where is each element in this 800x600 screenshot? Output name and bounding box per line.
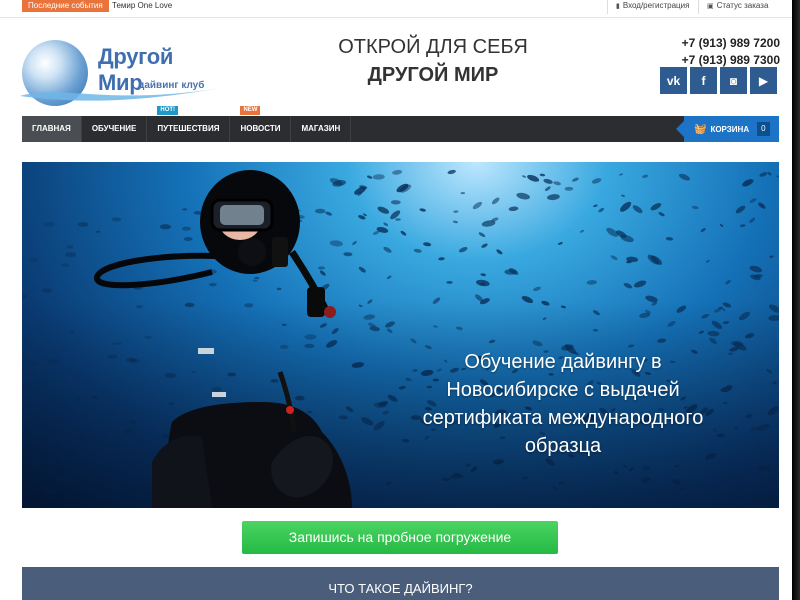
hero-line-3: сертификата международного: [422, 407, 704, 429]
login-label: Вход/регистрация: [622, 1, 690, 10]
nav-item-travel-label: ПУТЕШЕСТВИЯ: [157, 124, 220, 133]
top-bar: Последние события Темир One Love ▮ Вход/р…: [0, 0, 792, 18]
nav-item-training[interactable]: ОБУЧЕНИЕ: [82, 116, 148, 142]
trial-dive-button[interactable]: Запишись на пробное погружение: [242, 521, 558, 554]
social-links: vk f ◙ ▶: [660, 67, 777, 94]
slogan-line-1: ОТКРОЙ ДЛЯ СЕБЯ: [338, 36, 528, 58]
what-is-diving-header: ЧТО ТАКОЕ ДАЙВИНГ?: [22, 567, 779, 600]
nav-item-travel[interactable]: HOT! ПУТЕШЕСТВИЯ: [147, 106, 231, 142]
hero-headline: Обучение дайвингу в Новосибирске с выдач…: [402, 348, 724, 460]
vk-icon[interactable]: vk: [660, 67, 687, 94]
bookmark-icon: ▣: [707, 3, 714, 10]
nav-item-news-label: НОВОСТИ: [240, 124, 281, 133]
lock-icon: ▮: [616, 3, 620, 10]
basket-icon: 🧺: [694, 123, 707, 135]
phone-2[interactable]: +7 (913) 989 7300: [682, 53, 780, 67]
nav-item-news[interactable]: NEW НОВОСТИ: [230, 106, 292, 142]
logo-subtitle: дайвинг клуб: [138, 80, 205, 91]
hero-line-2: Новосибирске с выдачей: [446, 379, 680, 401]
cart-arrow-tab: [676, 121, 684, 137]
hero-line-1: Обучение дайвингу в: [464, 351, 662, 373]
news-label: Последние события: [22, 0, 109, 12]
youtube-icon[interactable]: ▶: [750, 67, 777, 94]
order-status-link[interactable]: ▣ Статус заказа: [698, 0, 768, 14]
nav-item-home[interactable]: ГЛАВНАЯ: [22, 116, 82, 142]
new-badge: NEW: [240, 106, 261, 115]
main-nav: ГЛАВНАЯ ОБУЧЕНИЕ HOT! ПУТЕШЕСТВИЯ NEW НО…: [22, 106, 779, 142]
slogan-line-2: ДРУГОЙ МИР: [367, 64, 499, 86]
cart-count-badge: 0: [757, 122, 770, 136]
news-ticker-link[interactable]: Темир One Love: [112, 0, 172, 12]
page-frame: Последние события Темир One Love ▮ Вход/р…: [0, 0, 792, 600]
login-link[interactable]: ▮ Вход/регистрация: [607, 0, 689, 14]
cart-button[interactable]: 🧺 КОРЗИНА 0: [676, 116, 779, 142]
cart-label: КОРЗИНА: [710, 124, 750, 134]
phone-1[interactable]: +7 (913) 989 7200: [682, 36, 780, 50]
instagram-icon[interactable]: ◙: [720, 67, 747, 94]
hot-badge: HOT!: [157, 106, 179, 115]
hero-line-4: образца: [524, 435, 602, 457]
nav-item-shop[interactable]: МАГАЗИН: [291, 116, 352, 142]
facebook-icon[interactable]: f: [690, 67, 717, 94]
order-status-label: Статус заказа: [716, 1, 769, 10]
hero-banner: Обучение дайвингу в Новосибирске с выдач…: [22, 162, 779, 508]
logo[interactable]: Другой Мир дайвинг клуб: [20, 38, 220, 108]
frame-shadow: [792, 0, 800, 600]
